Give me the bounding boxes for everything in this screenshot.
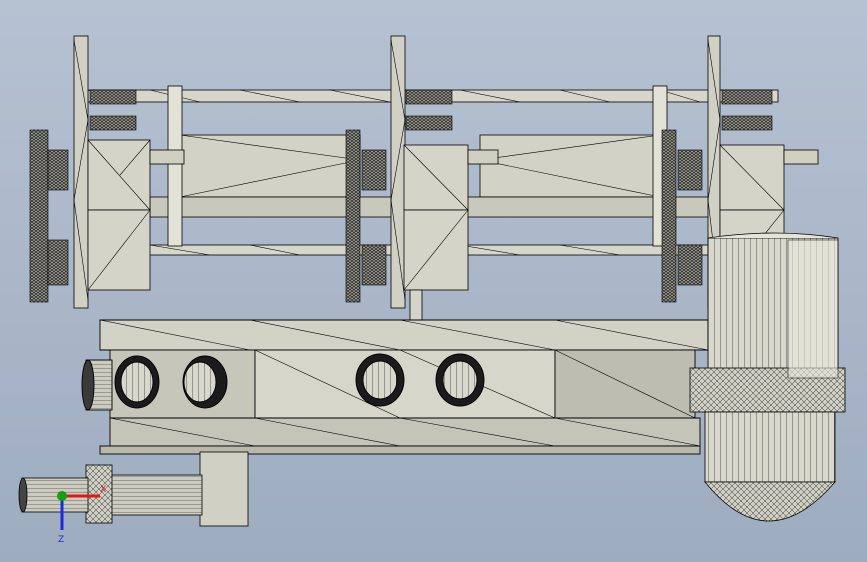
input-shaft xyxy=(18,451,249,527)
graphics-viewport[interactable]: X Z xyxy=(0,0,867,562)
triad-y-axis xyxy=(57,491,67,501)
triad-z-label: Z xyxy=(58,535,64,545)
triad-x-label: X xyxy=(100,485,106,495)
main-housing xyxy=(81,319,709,455)
motor-assembly xyxy=(689,232,846,522)
cad-model-assembly[interactable]: X Z xyxy=(0,0,867,562)
